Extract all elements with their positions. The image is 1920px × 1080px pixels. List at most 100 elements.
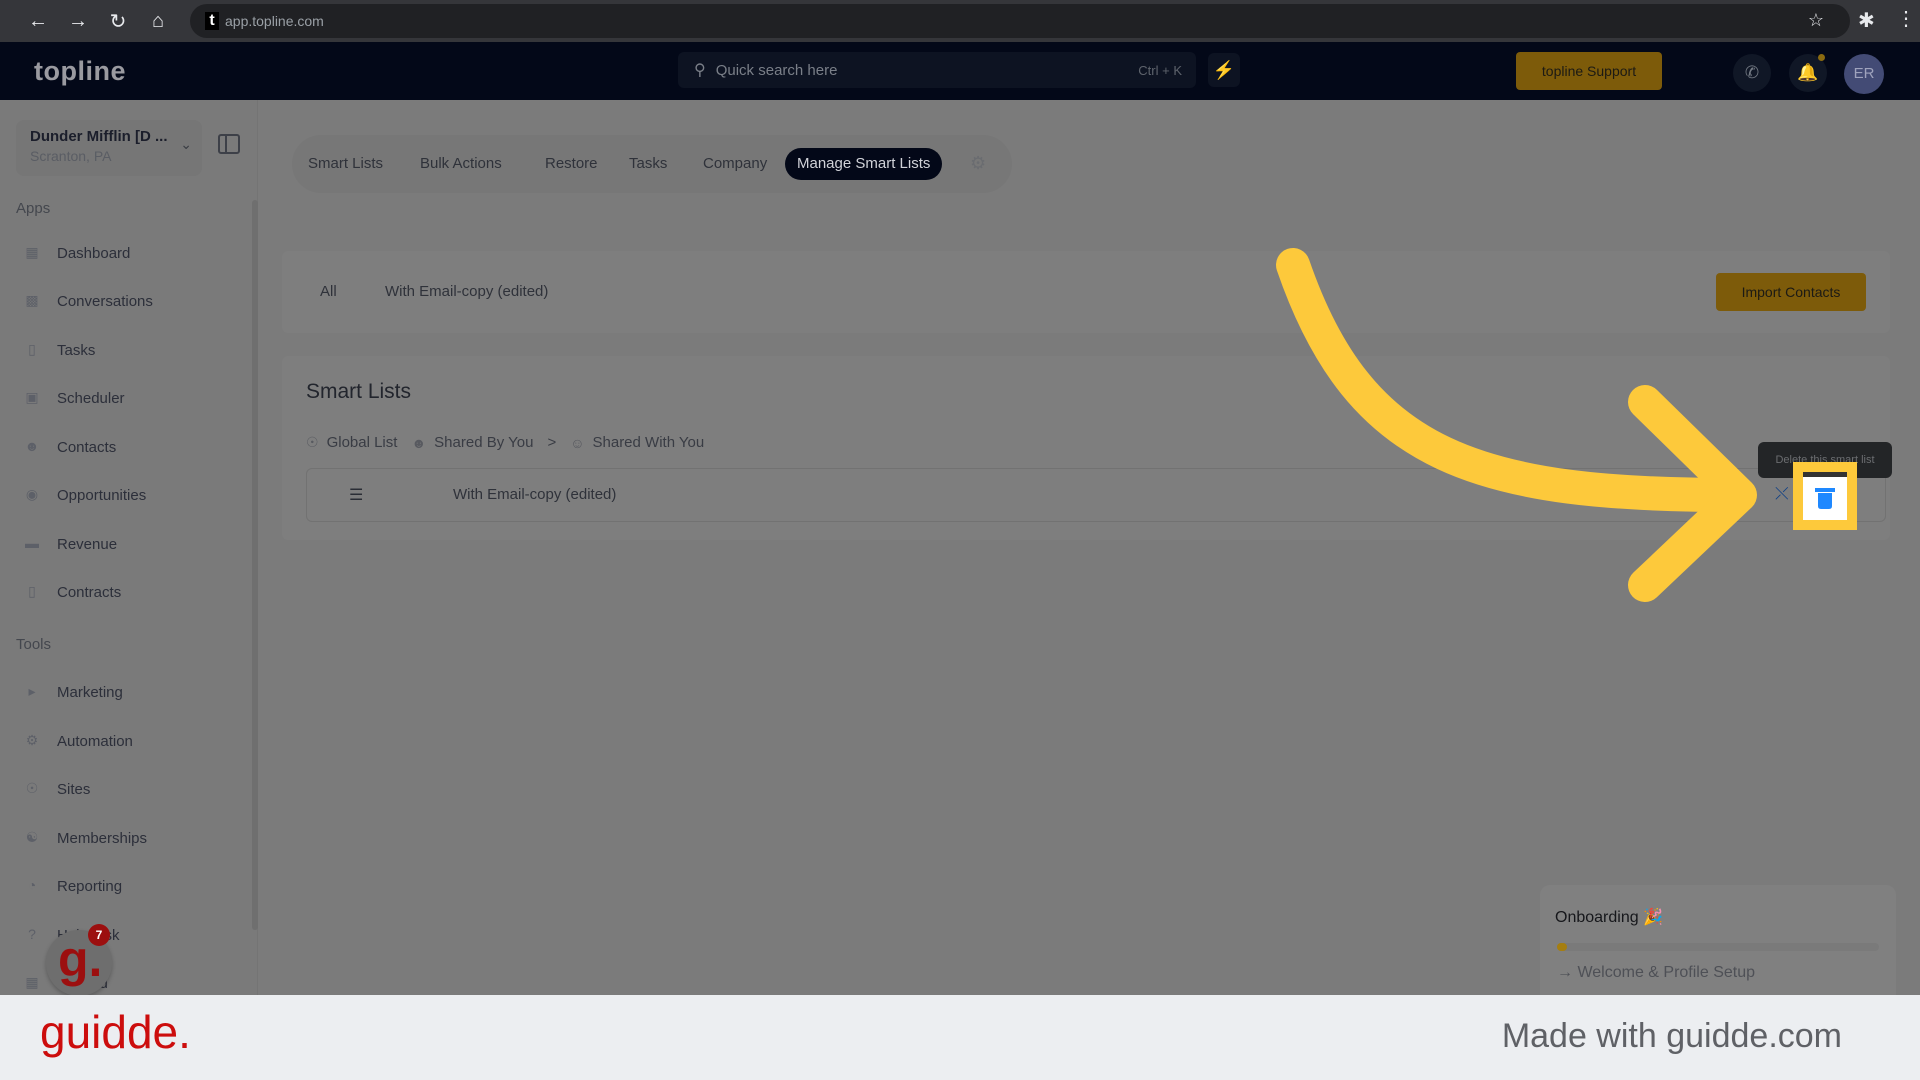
extensions-icon[interactable]: ✱: [1858, 8, 1875, 33]
tab-bar: Smart Lists Bulk Actions Restore Tasks C…: [292, 135, 1012, 193]
delete-button[interactable]: [1803, 472, 1847, 520]
sidebar-item-label: Marketing: [57, 683, 123, 701]
user-plus-icon: ☻: [411, 434, 427, 451]
browser-toolbar: ← → ↻ ⌂ t app.topline.com ☆ ✱ ⋮: [0, 0, 1920, 42]
share-icon[interactable]: ⤬: [1775, 484, 1789, 504]
search-placeholder: Quick search here: [715, 61, 838, 79]
sidebar-item-marketing[interactable]: ▸ Marketing: [22, 677, 123, 707]
onboarding-title-text: Onboarding: [1555, 909, 1639, 926]
tab-restore[interactable]: Restore: [533, 148, 610, 180]
company-name: Dunder Mifflin [D ...: [30, 128, 168, 145]
sidebar-item-scheduler[interactable]: ▣ Scheduler: [22, 383, 124, 413]
party-icon: 🎉: [1643, 909, 1663, 926]
home-icon[interactable]: ⌂: [138, 1, 178, 41]
crumb-shared-with-you[interactable]: Shared With You: [593, 434, 705, 451]
app-body: Dunder Mifflin [D ... Scranton, PA ⌄ App…: [0, 100, 1920, 995]
gears-icon: ⚙: [25, 732, 39, 748]
made-with-guidde: Made with guidde.com: [1501, 1017, 1842, 1055]
back-icon[interactable]: ←: [18, 1, 58, 41]
help-icon: ?: [28, 926, 36, 942]
revenue-icon: ▬: [25, 535, 39, 551]
sidebar-collapse-icon[interactable]: [218, 134, 240, 154]
onboarding-step-text: Welcome & Profile Setup: [1577, 964, 1756, 981]
import-contacts-button[interactable]: Import Contacts: [1716, 273, 1866, 311]
lightning-icon[interactable]: ⚡: [1208, 53, 1240, 87]
guidde-launcher-button[interactable]: g. 7: [46, 924, 112, 995]
onboarding-step-link[interactable]: → Welcome & Profile Setup: [1557, 964, 1755, 982]
forward-icon[interactable]: →: [58, 1, 98, 41]
reload-icon[interactable]: ↻: [98, 1, 138, 41]
sidebar-item-contacts[interactable]: ☻ Contacts: [22, 432, 117, 462]
avatar[interactable]: ER: [1844, 54, 1884, 94]
list-filter-card: All With Email-copy (edited): [282, 251, 1890, 333]
tab-tasks[interactable]: Tasks: [617, 148, 679, 180]
sidebar: Dunder Mifflin [D ... Scranton, PA ⌄ App…: [0, 100, 258, 995]
step-highlight: [1793, 462, 1857, 530]
sidebar-item-tasks[interactable]: ▯ Tasks: [22, 335, 95, 365]
sidebar-item-label: Tasks: [57, 341, 96, 359]
globe-icon: ☉: [306, 434, 319, 450]
sidebar-item-memberships[interactable]: ☯ Memberships: [22, 823, 147, 853]
megaphone-icon: ▸: [28, 683, 36, 699]
smart-lists-card: Smart Lists ☉ Global List ☻ Shared By Yo…: [282, 356, 1890, 540]
gear-icon[interactable]: ⚙: [970, 153, 986, 174]
sidebar-item-conversations[interactable]: ▩ Conversations: [22, 286, 153, 316]
apps-section-label: Apps: [16, 200, 51, 217]
topline-logo[interactable]: topline: [34, 56, 126, 87]
support-button[interactable]: topline Support: [1516, 52, 1662, 90]
onboarding-progress: [1557, 943, 1879, 951]
tools-section-label: Tools: [16, 636, 52, 653]
trash-icon: [1815, 488, 1835, 509]
sidebar-item-label: Memberships: [57, 829, 148, 847]
sidebar-item-contracts[interactable]: ▯ Contracts: [22, 577, 121, 607]
sidebar-item-revenue[interactable]: ▬ Revenue: [22, 529, 117, 559]
phone-icon[interactable]: ✆: [1733, 54, 1771, 92]
tab-company[interactable]: Company: [691, 148, 779, 180]
search-shortcut: Ctrl + K: [1138, 62, 1182, 78]
opportunities-icon: ◉: [25, 486, 39, 502]
sidebar-item-dashboard[interactable]: ▦ Dashboard: [22, 238, 130, 268]
sidebar-item-automation[interactable]: ⚙ Automation: [22, 726, 133, 756]
smart-list-name[interactable]: With Email-copy (edited): [453, 486, 616, 503]
crumb-shared-by-you[interactable]: Shared By You: [434, 434, 533, 451]
url-text[interactable]: app.topline.com: [225, 13, 324, 29]
sidebar-item-sites[interactable]: ☉ Sites: [22, 774, 91, 804]
memberships-icon: ☯: [25, 829, 39, 845]
crumb-global-list[interactable]: Global List: [327, 434, 398, 451]
users-icon: ☺: [570, 434, 585, 451]
site-favicon: t: [205, 12, 219, 30]
menu-icon[interactable]: ⋮: [1896, 6, 1916, 31]
tab-bulk-actions[interactable]: Bulk Actions: [408, 148, 514, 180]
company-switcher[interactable]: Dunder Mifflin [D ... Scranton, PA ⌄: [16, 120, 202, 176]
search-icon: ⚲: [694, 62, 706, 79]
sidebar-item-reporting[interactable]: ◔ Reporting: [22, 871, 122, 901]
star-icon[interactable]: ☆: [1808, 10, 1824, 31]
dashboard-icon: ▦: [25, 244, 39, 260]
sidebar-item-label: Contacts: [57, 438, 117, 456]
contracts-icon: ▯: [28, 583, 36, 599]
onboarding-widget: Onboarding 🎉 → Welcome & Profile Setup: [1540, 885, 1896, 995]
tab-smart-lists[interactable]: Smart Lists: [296, 148, 395, 180]
sidebar-item-opportunities[interactable]: ◉ Opportunities: [22, 480, 146, 510]
guidde-badge: 7: [88, 924, 110, 946]
smart-lists-title: Smart Lists: [306, 380, 412, 403]
sidebar-scrollbar[interactable]: [252, 200, 258, 930]
pie-chart-icon: ◔: [27, 877, 37, 893]
drag-handle-icon[interactable]: ☰: [349, 485, 363, 505]
sidebar-item-label: Automation: [57, 732, 133, 750]
screenshot-frame: ← → ↻ ⌂ t app.topline.com ☆ ✱ ⋮ topline …: [0, 0, 1920, 995]
filter-all[interactable]: All: [320, 283, 337, 300]
address-bar[interactable]: t app.topline.com ☆: [190, 4, 1850, 38]
chevron-down-icon: ⌄: [180, 136, 192, 152]
filter-with-email-copy[interactable]: With Email-copy (edited): [385, 283, 548, 300]
quick-search-input[interactable]: ⚲ Quick search here Ctrl + K: [678, 52, 1196, 88]
sidebar-item-label: Conversations: [57, 292, 153, 310]
contacts-icon: ☻: [24, 438, 40, 454]
tasks-icon: ▯: [28, 341, 36, 357]
chat-icon: ▩: [25, 292, 39, 308]
sidebar-item-label: Revenue: [57, 535, 118, 553]
tab-manage-smart-lists[interactable]: Manage Smart Lists: [785, 148, 943, 180]
sidebar-item-label: Reporting: [57, 877, 123, 895]
sidebar-item-label: Opportunities: [57, 486, 147, 504]
sidebar-item-label: Contracts: [57, 583, 122, 601]
